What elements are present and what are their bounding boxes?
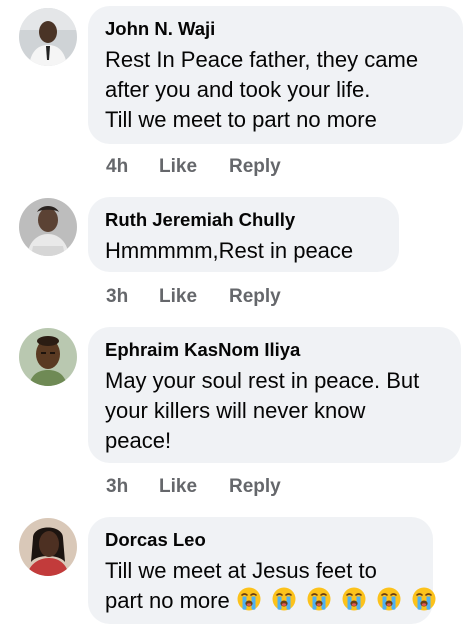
like-button[interactable]: Like xyxy=(159,156,229,178)
profile-photo-icon xyxy=(19,328,77,386)
profile-photo-icon xyxy=(19,518,77,576)
loudly-crying-face-icon xyxy=(376,586,405,612)
author-name[interactable]: John N. Waji xyxy=(105,18,446,40)
loudly-crying-face-icon xyxy=(236,586,265,612)
comment-text: Till we meet at Jesus feet to part no mo… xyxy=(105,556,436,616)
like-button[interactable]: Like xyxy=(159,286,229,308)
comment-line: part no more xyxy=(105,586,436,616)
like-button[interactable]: Like xyxy=(159,476,229,498)
comment-line: May your soul rest in peace. But xyxy=(105,368,420,393)
timestamp: 3h xyxy=(106,286,129,307)
timestamp: 3h xyxy=(106,476,129,497)
avatar[interactable] xyxy=(19,518,77,576)
avatar[interactable] xyxy=(19,8,77,66)
comment-line: Till we meet at Jesus feet to xyxy=(105,558,377,583)
reply-button[interactable]: Reply xyxy=(229,156,281,178)
loudly-crying-face-icon xyxy=(271,586,300,612)
reply-button[interactable]: Reply xyxy=(229,286,281,308)
comment-actions: 3h Like Reply xyxy=(106,286,281,308)
comment-line: peace! xyxy=(105,428,172,453)
timestamp: 4h xyxy=(106,156,129,177)
profile-photo-icon xyxy=(19,8,77,66)
comment-bubble: John N. Waji Rest In Peace father, they … xyxy=(88,6,463,144)
comment-line: Till we meet to part no more xyxy=(105,107,377,132)
comment-bubble: Ruth Jeremiah Chully Hmmmmm,Rest in peac… xyxy=(88,197,399,272)
loudly-crying-face-icon xyxy=(306,586,335,612)
comment-line: your killers will never know xyxy=(105,398,366,423)
comment-actions: 3h Like Reply xyxy=(106,476,281,498)
author-name[interactable]: Dorcas Leo xyxy=(105,529,416,551)
avatar[interactable] xyxy=(19,198,77,256)
avatar[interactable] xyxy=(19,328,77,386)
comment-line: after you and took your life. xyxy=(105,77,371,102)
comment-bubble: Ephraim KasNom Iliya May your soul rest … xyxy=(88,327,461,463)
comment-text: May your soul rest in peace. But your ki… xyxy=(105,366,444,456)
author-name[interactable]: Ephraim KasNom Iliya xyxy=(105,339,444,361)
comment-actions: 4h Like Reply xyxy=(106,156,281,178)
comment-line: Hmmmmm,Rest in peace xyxy=(105,238,354,263)
reply-button[interactable]: Reply xyxy=(229,476,281,498)
author-name[interactable]: Ruth Jeremiah Chully xyxy=(105,209,382,231)
loudly-crying-face-icon xyxy=(341,586,370,612)
emoji-row xyxy=(230,586,441,613)
comment-text: Rest In Peace father, they came after yo… xyxy=(105,45,446,135)
comment-bubble: Dorcas Leo Till we meet at Jesus feet to… xyxy=(88,517,436,624)
comment-line-text: part no more xyxy=(105,588,230,613)
loudly-crying-face-icon xyxy=(411,586,440,612)
comment-text: Hmmmmm,Rest in peace xyxy=(105,236,382,266)
profile-photo-icon xyxy=(19,198,77,256)
comment-line: Rest In Peace father, they came xyxy=(105,47,419,72)
